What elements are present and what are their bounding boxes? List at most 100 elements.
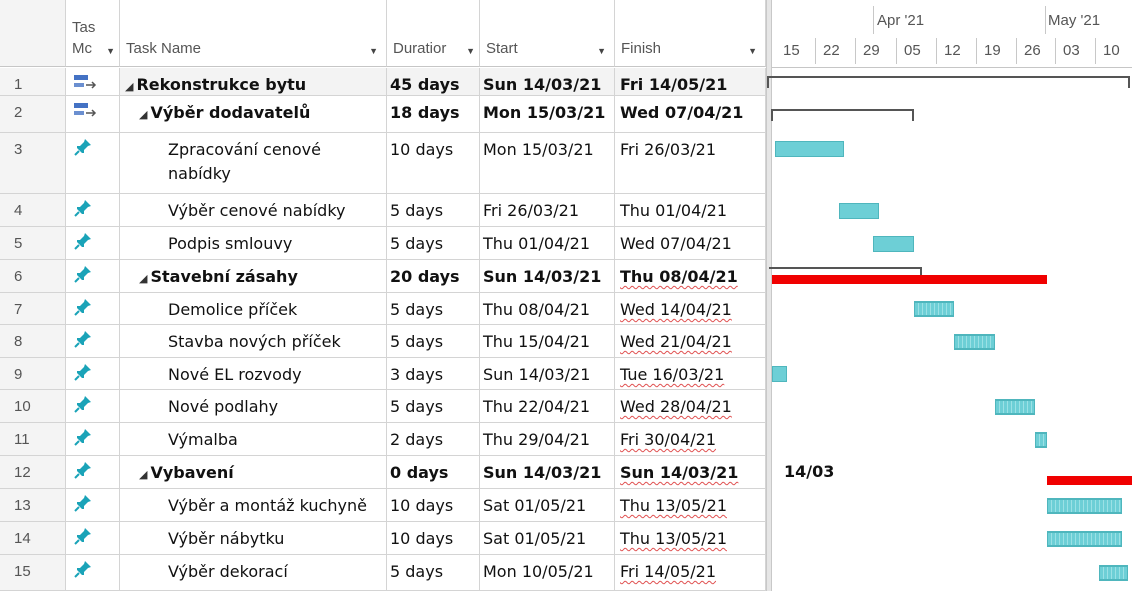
duration-cell[interactable]: 10 days (387, 522, 480, 555)
column-header-task-name[interactable]: Task Name ▼ (120, 0, 387, 67)
collapse-triangle-icon[interactable]: ◢ (139, 108, 147, 121)
task-mode-cell[interactable] (66, 456, 120, 489)
task-name-cell[interactable]: Výběr nábytku (120, 522, 387, 555)
finish-cell[interactable]: Fri 30/04/21 (615, 423, 766, 456)
start-cell[interactable]: Thu 01/04/21 (480, 227, 615, 260)
task-bar[interactable] (838, 202, 880, 219)
task-mode-cell[interactable] (66, 260, 120, 293)
task-row[interactable]: 5 Podpis smlouvy 5 days Thu 01/04/21 Wed 07/… (0, 227, 766, 260)
task-bar[interactable] (1046, 497, 1123, 514)
finish-cell[interactable]: Fri 14/05/21 (615, 555, 766, 591)
task-mode-cell[interactable] (66, 390, 120, 423)
duration-cell[interactable]: 45 days (387, 68, 480, 96)
start-cell[interactable]: Thu 15/04/21 (480, 325, 615, 358)
start-cell[interactable]: Sun 14/03/21 (480, 358, 615, 390)
task-row[interactable]: 8 Stavba nových příček 5 days Thu 15/04/21 W… (0, 325, 766, 358)
select-all-corner[interactable] (0, 0, 66, 67)
task-row[interactable]: 9 Nové EL rozvody 3 days Sun 14/03/21 Tue 16… (0, 358, 766, 390)
task-name-cell[interactable]: Podpis smlouvy (120, 227, 387, 260)
task-row[interactable]: 2 ◢ Výběr dodavatelů 18 days Mon 15/03/21 Wed… (0, 96, 766, 133)
task-bar[interactable] (775, 141, 845, 157)
task-row[interactable]: 7 Demolice příček 5 days Thu 08/04/21 Wed 14… (0, 293, 766, 325)
duration-cell[interactable]: 18 days (387, 96, 480, 133)
row-number[interactable]: 2 (0, 96, 66, 133)
task-row[interactable]: 13 Výběr a montáž kuchyně 10 days Sat 01/05… (0, 489, 766, 522)
task-mode-cell[interactable] (66, 194, 120, 227)
duration-cell[interactable]: 5 days (387, 293, 480, 325)
task-row[interactable]: 6 ◢ Stavební zásahy 20 days Sun 14/03/21 Thu … (0, 260, 766, 293)
finish-cell[interactable]: Thu 13/05/21 (615, 489, 766, 522)
task-bar[interactable] (913, 301, 955, 317)
finish-cell[interactable]: Fri 26/03/21 (615, 133, 766, 194)
task-name-cell[interactable]: Výmalba (120, 423, 387, 456)
task-name-cell[interactable]: Výběr cenové nabídky (120, 194, 387, 227)
chevron-down-icon[interactable]: ▼ (597, 46, 606, 56)
task-name-cell[interactable]: Nové podlahy (120, 390, 387, 423)
finish-cell[interactable]: Thu 01/04/21 (615, 194, 766, 227)
task-bar[interactable] (1046, 530, 1123, 547)
row-number[interactable]: 9 (0, 358, 66, 390)
collapse-triangle-icon[interactable]: ◢ (139, 272, 147, 285)
column-header-start[interactable]: Start ▼ (480, 0, 615, 67)
row-number[interactable]: 4 (0, 194, 66, 227)
finish-cell[interactable]: Thu 13/05/21 (615, 522, 766, 555)
duration-cell[interactable]: 5 days (387, 227, 480, 260)
duration-cell[interactable]: 3 days (387, 358, 480, 390)
task-mode-cell[interactable] (66, 133, 120, 194)
finish-cell[interactable]: Tue 16/03/21 (615, 358, 766, 390)
finish-cell[interactable]: Wed 21/04/21 (615, 325, 766, 358)
collapse-triangle-icon[interactable]: ◢ (125, 80, 133, 93)
finish-cell[interactable]: Wed 14/04/21 (615, 293, 766, 325)
duration-cell[interactable]: 10 days (387, 133, 480, 194)
task-row[interactable]: 12 ◢ Vybavení 0 days Sun 14/03/21 Sun 14/03/2… (0, 456, 766, 489)
task-name-cell[interactable]: ◢ Stavební zásahy (120, 260, 387, 293)
task-mode-cell[interactable] (66, 423, 120, 456)
duration-cell[interactable]: 0 days (387, 456, 480, 489)
task-row[interactable]: 3 Zpracování cenové nabídky 10 days Mon 15/… (0, 133, 766, 194)
task-bar[interactable] (1035, 431, 1047, 448)
start-cell[interactable]: Mon 15/03/21 (480, 133, 615, 194)
task-mode-cell[interactable] (66, 293, 120, 325)
start-cell[interactable]: Thu 22/04/21 (480, 390, 615, 423)
task-mode-cell[interactable] (66, 325, 120, 358)
row-number[interactable]: 3 (0, 133, 66, 194)
row-number[interactable]: 7 (0, 293, 66, 325)
task-mode-cell[interactable] (66, 96, 120, 133)
chevron-down-icon[interactable]: ▼ (748, 46, 757, 56)
duration-cell[interactable]: 5 days (387, 390, 480, 423)
task-bar[interactable] (1099, 565, 1128, 581)
duration-cell[interactable]: 5 days (387, 325, 480, 358)
critical-summary-bar[interactable] (1046, 476, 1132, 485)
duration-cell[interactable]: 20 days (387, 260, 480, 293)
task-name-cell[interactable]: Výběr dekorací (120, 555, 387, 591)
duration-cell[interactable]: 10 days (387, 489, 480, 522)
duration-cell[interactable]: 5 days (387, 555, 480, 591)
task-name-cell[interactable]: ◢ Vybavení (120, 456, 387, 489)
task-mode-cell[interactable] (66, 555, 120, 591)
duration-cell[interactable]: 5 days (387, 194, 480, 227)
row-number[interactable]: 6 (0, 260, 66, 293)
row-number[interactable]: 10 (0, 390, 66, 423)
finish-cell[interactable]: Wed 28/04/21 (615, 390, 766, 423)
row-number[interactable]: 5 (0, 227, 66, 260)
start-cell[interactable]: Sun 14/03/21 (480, 260, 615, 293)
row-number[interactable]: 12 (0, 456, 66, 489)
start-cell[interactable]: Thu 29/04/21 (480, 423, 615, 456)
start-cell[interactable]: Sun 14/03/21 (480, 456, 615, 489)
collapse-triangle-icon[interactable]: ◢ (139, 468, 147, 481)
task-row[interactable]: 11 Výmalba 2 days Thu 29/04/21 Fri 30/04/21 (0, 423, 766, 456)
finish-cell[interactable]: Thu 08/04/21 (615, 260, 766, 293)
critical-summary-bar[interactable] (772, 275, 1047, 284)
task-row[interactable]: 15 Výběr dekorací 5 days Mon 10/05/21 Fri 14… (0, 555, 766, 591)
finish-cell[interactable]: Fri 14/05/21 (615, 68, 766, 96)
start-cell[interactable]: Sat 01/05/21 (480, 522, 615, 555)
task-mode-cell[interactable] (66, 68, 120, 96)
row-number[interactable]: 8 (0, 325, 66, 358)
duration-cell[interactable]: 2 days (387, 423, 480, 456)
column-header-duration[interactable]: Duratior ▼ (387, 0, 480, 67)
column-header-task-mode[interactable]: Tas Mc ▼ (66, 0, 120, 67)
task-row[interactable]: 4 Výběr cenové nabídky 5 days Fri 26/03/21 T… (0, 194, 766, 227)
start-cell[interactable]: Mon 10/05/21 (480, 555, 615, 591)
start-cell[interactable]: Thu 08/04/21 (480, 293, 615, 325)
chevron-down-icon[interactable]: ▼ (466, 46, 475, 56)
